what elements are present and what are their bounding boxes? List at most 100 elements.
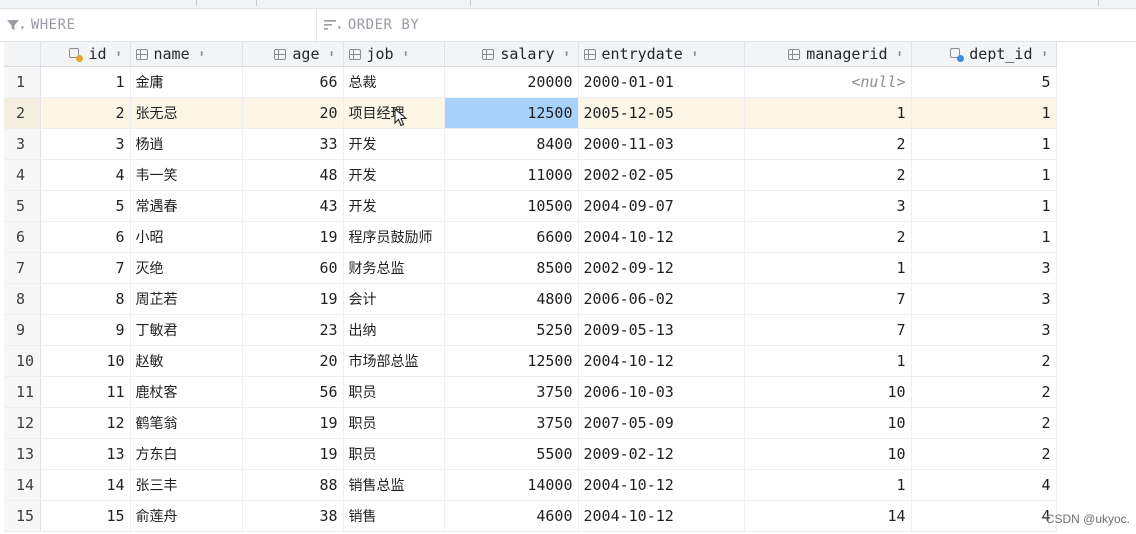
- cell-job[interactable]: 项目经理: [343, 97, 445, 129]
- cell-id[interactable]: 13: [40, 438, 131, 470]
- cell-dept_id[interactable]: 2: [911, 376, 1057, 408]
- cell-id[interactable]: 1: [40, 66, 131, 98]
- cell-salary[interactable]: 5250: [444, 314, 579, 346]
- cell-entrydate[interactable]: 2004-10-12: [578, 221, 745, 253]
- cell-job[interactable]: 会计: [343, 283, 445, 315]
- cell-managerid[interactable]: 10: [744, 407, 912, 439]
- cell-salary[interactable]: 4600: [444, 500, 579, 532]
- cell-managerid[interactable]: 2: [744, 128, 912, 160]
- cell-salary[interactable]: 3750: [444, 376, 579, 408]
- cell-id[interactable]: 10: [40, 345, 131, 377]
- column-header-name[interactable]: name ⬍: [130, 42, 243, 67]
- cell-salary[interactable]: 6600: [444, 221, 579, 253]
- table-row[interactable]: 8 8 周芷若 19 会计 4800 2006-06-02 7 3: [4, 283, 1057, 315]
- row-number[interactable]: 3: [4, 128, 41, 160]
- cell-name[interactable]: 常遇春: [130, 190, 243, 222]
- cell-id[interactable]: 6: [40, 221, 131, 253]
- cell-managerid[interactable]: 14: [744, 500, 912, 532]
- cell-name[interactable]: 张无忌: [130, 97, 243, 129]
- cell-job[interactable]: 程序员鼓励师: [343, 221, 445, 253]
- table-row[interactable]: 5 5 常遇春 43 开发 10500 2004-09-07 3 1: [4, 190, 1057, 222]
- row-number[interactable]: 1: [4, 66, 41, 98]
- cell-entrydate[interactable]: 2002-02-05: [578, 159, 745, 191]
- cell-salary[interactable]: 10500: [444, 190, 579, 222]
- cell-dept_id[interactable]: 2: [911, 407, 1057, 439]
- cell-name[interactable]: 鹤笔翁: [130, 407, 243, 439]
- cell-dept_id[interactable]: 1: [911, 221, 1057, 253]
- cell-id[interactable]: 8: [40, 283, 131, 315]
- cell-age[interactable]: 66: [242, 66, 344, 98]
- table-row[interactable]: 2 2 张无忌 20 项目经理 12500 2005-12-05 1 1: [4, 97, 1057, 129]
- row-number[interactable]: 10: [4, 345, 41, 377]
- cell-age[interactable]: 43: [242, 190, 344, 222]
- cell-id[interactable]: 9: [40, 314, 131, 346]
- cell-job[interactable]: 财务总监: [343, 252, 445, 284]
- cell-managerid[interactable]: 7: [744, 283, 912, 315]
- column-header-dept_id[interactable]: dept_id ⬍: [911, 42, 1057, 67]
- cell-name[interactable]: 小昭: [130, 221, 243, 253]
- cell-age[interactable]: 19: [242, 283, 344, 315]
- row-number[interactable]: 13: [4, 438, 41, 470]
- cell-age[interactable]: 60: [242, 252, 344, 284]
- cell-salary[interactable]: 4800: [444, 283, 579, 315]
- table-row[interactable]: 13 13 方东白 19 职员 5500 2009-02-12 10 2: [4, 438, 1057, 470]
- cell-job[interactable]: 市场部总监: [343, 345, 445, 377]
- cell-salary[interactable]: 8400: [444, 128, 579, 160]
- sort-icon[interactable]: ⬍: [196, 49, 208, 60]
- cell-managerid[interactable]: 2: [744, 159, 912, 191]
- cell-id[interactable]: 5: [40, 190, 131, 222]
- cell-managerid[interactable]: 7: [744, 314, 912, 346]
- column-header-id[interactable]: id ⬍: [40, 42, 131, 67]
- cell-id[interactable]: 7: [40, 252, 131, 284]
- cell-age[interactable]: 20: [242, 97, 344, 129]
- cell-id[interactable]: 4: [40, 159, 131, 191]
- cell-age[interactable]: 23: [242, 314, 344, 346]
- cell-entrydate[interactable]: 2002-09-12: [578, 252, 745, 284]
- cell-job[interactable]: 职员: [343, 376, 445, 408]
- row-number[interactable]: 12: [4, 407, 41, 439]
- cell-entrydate[interactable]: 2007-05-09: [578, 407, 745, 439]
- sort-icon[interactable]: ⬍: [689, 49, 701, 60]
- cell-managerid[interactable]: 1: [744, 252, 912, 284]
- cell-entrydate[interactable]: 2006-10-03: [578, 376, 745, 408]
- table-row[interactable]: 10 10 赵敏 20 市场部总监 12500 2004-10-12 1 2: [4, 345, 1057, 377]
- row-number[interactable]: 9: [4, 314, 41, 346]
- cell-dept_id[interactable]: 1: [911, 97, 1057, 129]
- table-row[interactable]: 12 12 鹤笔翁 19 职员 3750 2007-05-09 10 2: [4, 407, 1057, 439]
- cell-managerid[interactable]: 1: [744, 97, 912, 129]
- column-header-managerid[interactable]: managerid ⬍: [744, 42, 912, 67]
- cell-salary[interactable]: 14000: [444, 469, 579, 501]
- cell-job[interactable]: 总裁: [343, 66, 445, 98]
- column-header-age[interactable]: age ⬍: [242, 42, 344, 67]
- cell-id[interactable]: 12: [40, 407, 131, 439]
- cell-name[interactable]: 俞莲舟: [130, 500, 243, 532]
- cell-age[interactable]: 33: [242, 128, 344, 160]
- cell-id[interactable]: 11: [40, 376, 131, 408]
- cell-dept_id[interactable]: 3: [911, 283, 1057, 315]
- cell-entrydate[interactable]: 2009-02-12: [578, 438, 745, 470]
- cell-managerid[interactable]: 1: [744, 469, 912, 501]
- cell-dept_id[interactable]: 1: [911, 159, 1057, 191]
- table-row[interactable]: 4 4 韦一笑 48 开发 11000 2002-02-05 2 1: [4, 159, 1057, 191]
- sort-icon[interactable]: ⬍: [113, 49, 125, 60]
- cell-entrydate[interactable]: 2004-10-12: [578, 469, 745, 501]
- cell-dept_id[interactable]: 3: [911, 252, 1057, 284]
- cell-id[interactable]: 3: [40, 128, 131, 160]
- cell-name[interactable]: 杨逍: [130, 128, 243, 160]
- sort-icon[interactable]: ⬍: [326, 49, 338, 60]
- cell-entrydate[interactable]: 2000-11-03: [578, 128, 745, 160]
- cell-managerid[interactable]: 3: [744, 190, 912, 222]
- cell-dept_id[interactable]: 4: [911, 500, 1057, 532]
- cell-dept_id[interactable]: 3: [911, 314, 1057, 346]
- cell-dept_id[interactable]: 2: [911, 345, 1057, 377]
- cell-job[interactable]: 职员: [343, 438, 445, 470]
- row-number[interactable]: 7: [4, 252, 41, 284]
- cell-managerid[interactable]: <null>: [744, 66, 912, 98]
- cell-dept_id[interactable]: 1: [911, 128, 1057, 160]
- cell-entrydate[interactable]: 2000-01-01: [578, 66, 745, 98]
- cell-name[interactable]: 丁敏君: [130, 314, 243, 346]
- cell-age[interactable]: 48: [242, 159, 344, 191]
- row-number[interactable]: 8: [4, 283, 41, 315]
- cell-dept_id[interactable]: 2: [911, 438, 1057, 470]
- chevron-down-icon[interactable]: ▾: [337, 23, 342, 32]
